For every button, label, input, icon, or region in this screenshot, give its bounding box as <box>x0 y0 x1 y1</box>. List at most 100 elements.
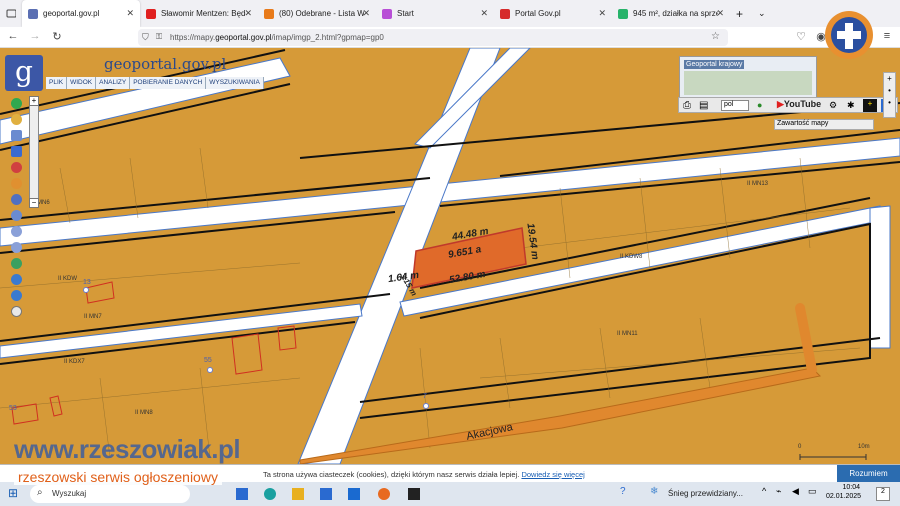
scale-label: 0 <box>798 444 802 450</box>
select-icon[interactable] <box>11 210 22 221</box>
store-icon[interactable] <box>320 488 332 500</box>
overview-map-panel[interactable]: Geoportal krajowy <box>679 56 817 98</box>
menu-icon[interactable]: ≡ <box>880 30 894 42</box>
zoom-out-icon[interactable] <box>11 242 22 253</box>
file-explorer-icon[interactable] <box>292 488 304 500</box>
mail-app-icon[interactable] <box>236 488 248 500</box>
zoom-slider[interactable]: + − <box>29 96 39 208</box>
close-tab-icon[interactable]: ✕ <box>598 8 606 19</box>
amazon-icon[interactable] <box>408 488 420 500</box>
close-tab-icon[interactable]: ✕ <box>244 8 252 19</box>
save-icon[interactable]: ▤ <box>699 100 708 111</box>
menu-item-wyszukiwania[interactable]: WYSZUKIWANIA <box>206 77 264 89</box>
notification-badge[interactable]: 2 <box>876 487 890 501</box>
tab-title: Start <box>397 9 414 18</box>
parcel-number: 13 <box>83 279 91 286</box>
zone-label: II KDW <box>58 276 77 282</box>
tab-title: (80) Odebrane - Lista Wiad <box>279 9 364 18</box>
reload-icon[interactable]: ↻ <box>50 30 64 43</box>
side-panel-buttons[interactable]: + • • <box>883 72 896 118</box>
menu-item-pobieranie[interactable]: POBIERANIE DANYCH <box>130 77 207 89</box>
clock[interactable]: 10:04 02.01.2025 <box>826 483 862 501</box>
snow-weather-icon: ❄ <box>650 486 659 497</box>
tab-mail[interactable]: (80) Odebrane - Lista Wiad ✕ <box>258 0 376 27</box>
url-suffix: /imap/imgp_2.html?gpmap=gp0 <box>271 33 384 42</box>
watermark-subtitle: rzeszowski serwis ogłoszeniowy <box>14 469 222 485</box>
measure-icon[interactable] <box>11 162 22 173</box>
tab-title: geoportal.gov.pl <box>43 9 100 18</box>
draw-icon[interactable] <box>11 178 22 189</box>
help-tray-icon[interactable]: ? <box>620 486 626 497</box>
forward-icon[interactable]: → <box>28 30 42 42</box>
cookie-more-link[interactable]: Dowiedz się więcej <box>521 470 584 479</box>
back-icon[interactable]: ← <box>6 30 20 42</box>
geoportal-menu: PLIK WIDOK ANALIZY POBIERANIE DANYCH WYS… <box>46 77 264 89</box>
cookie-accept-button[interactable]: Rozumiem <box>837 465 900 483</box>
menu-item-plik[interactable]: PLIK <box>46 77 68 89</box>
cookie-text-wrap: Ta strona używa ciasteczek (cookies), dz… <box>263 470 585 479</box>
close-tab-icon[interactable]: ✕ <box>126 8 134 19</box>
overview-map-thumbnail[interactable] <box>684 71 812 95</box>
right-toolbar: ⎙ ▤ pol ● ▶YouTube ⚙ ✱ + ◉ <box>678 97 898 113</box>
youtube-favicon-icon <box>146 8 156 19</box>
zoom-plus-icon[interactable]: + <box>29 96 39 106</box>
dropbox-icon[interactable] <box>348 488 360 500</box>
map-content-panel[interactable]: Zawartość mapy <box>774 119 874 130</box>
forward-view-icon[interactable] <box>11 290 22 301</box>
coordinates-icon[interactable] <box>11 194 22 205</box>
help-icon[interactable]: ● <box>757 100 762 110</box>
tab-geoportal[interactable]: geoportal.gov.pl ✕ <box>22 0 140 27</box>
menu-item-widok[interactable]: WIDOK <box>67 77 97 89</box>
zoom-minus-icon[interactable]: − <box>29 198 39 208</box>
compass-icon[interactable]: ✱ <box>847 100 855 111</box>
print-icon[interactable]: ⎙ <box>683 100 691 111</box>
url-bar[interactable]: ⛉ ⚿ https://mapy.geoportal.gov.pl/imap/i… <box>138 29 728 46</box>
edge-icon[interactable] <box>264 488 276 500</box>
new-tab-icon[interactable]: + <box>730 0 752 27</box>
geoportal-title: geoportal.gov.pl <box>104 55 227 73</box>
pan-icon[interactable] <box>11 114 22 125</box>
tab-youtube[interactable]: Sławomir Mentzen: Będę m ✕ <box>140 0 258 27</box>
browser-tab-bar: geoportal.gov.pl ✕ Sławomir Mentzen: Będ… <box>0 0 900 27</box>
back-view-icon[interactable] <box>11 274 22 285</box>
zoom-in-icon[interactable] <box>11 226 22 237</box>
weather-text[interactable]: Śnieg przewidziany... <box>668 489 743 498</box>
taskbar-search-input[interactable]: ⌕ Wyszukaj <box>30 485 190 503</box>
close-tab-icon[interactable]: ✕ <box>362 8 370 19</box>
info-icon[interactable] <box>11 98 22 109</box>
print-icon[interactable] <box>11 146 22 157</box>
tab-start[interactable]: Start ✕ <box>376 0 494 27</box>
menu-item-analizy[interactable]: ANALIZY <box>96 77 131 89</box>
firefox-icon[interactable] <box>378 488 390 500</box>
close-tab-icon[interactable]: ✕ <box>480 8 488 19</box>
contrast-icon[interactable]: + <box>863 99 877 112</box>
lock-icon[interactable]: ⚿ <box>156 32 162 42</box>
tab-listing[interactable]: 945 m², działka na sprzedaż ✕ <box>612 0 730 27</box>
shield-icon[interactable]: ⛉ <box>142 32 149 43</box>
layers-icon[interactable] <box>11 130 22 141</box>
tab-list-chevron-icon[interactable]: ⌄ <box>752 0 774 27</box>
language-select[interactable]: pol <box>721 100 749 111</box>
tray-chevron-icon[interactable]: ^ <box>762 486 766 496</box>
windows-taskbar: ⊞ ⌕ Wyszukaj ? ❄ Śnieg przewidziany... ^… <box>0 482 900 506</box>
settings-icon[interactable]: ⚙ <box>829 100 837 111</box>
zone-label: II KDX7 <box>64 359 85 365</box>
windows-start-icon[interactable]: ⊞ <box>8 486 18 500</box>
star-icon[interactable]: ☆ <box>711 31 720 42</box>
geoportal-logo[interactable]: g <box>5 55 43 91</box>
pocket-icon[interactable]: ♡ <box>794 30 808 43</box>
church-logo-icon <box>825 11 873 59</box>
close-tab-icon[interactable]: ✕ <box>716 8 724 19</box>
clock-date: 02.01.2025 <box>826 493 862 500</box>
left-toolbar <box>9 98 25 322</box>
search-placeholder: Wyszukaj <box>52 489 87 498</box>
tab-overview-icon[interactable] <box>0 0 22 27</box>
search-icon: ⌕ <box>37 487 43 498</box>
tab-portal-gov[interactable]: Portal Gov.pl ✕ <box>494 0 612 27</box>
globe-icon[interactable] <box>11 258 22 269</box>
full-extent-icon[interactable] <box>11 306 22 317</box>
volume-icon[interactable]: ◀ <box>792 486 799 497</box>
battery-icon[interactable]: ▭ <box>808 486 817 497</box>
youtube-link[interactable]: ▶YouTube <box>777 99 821 110</box>
network-icon[interactable]: ⌁ <box>776 486 781 497</box>
